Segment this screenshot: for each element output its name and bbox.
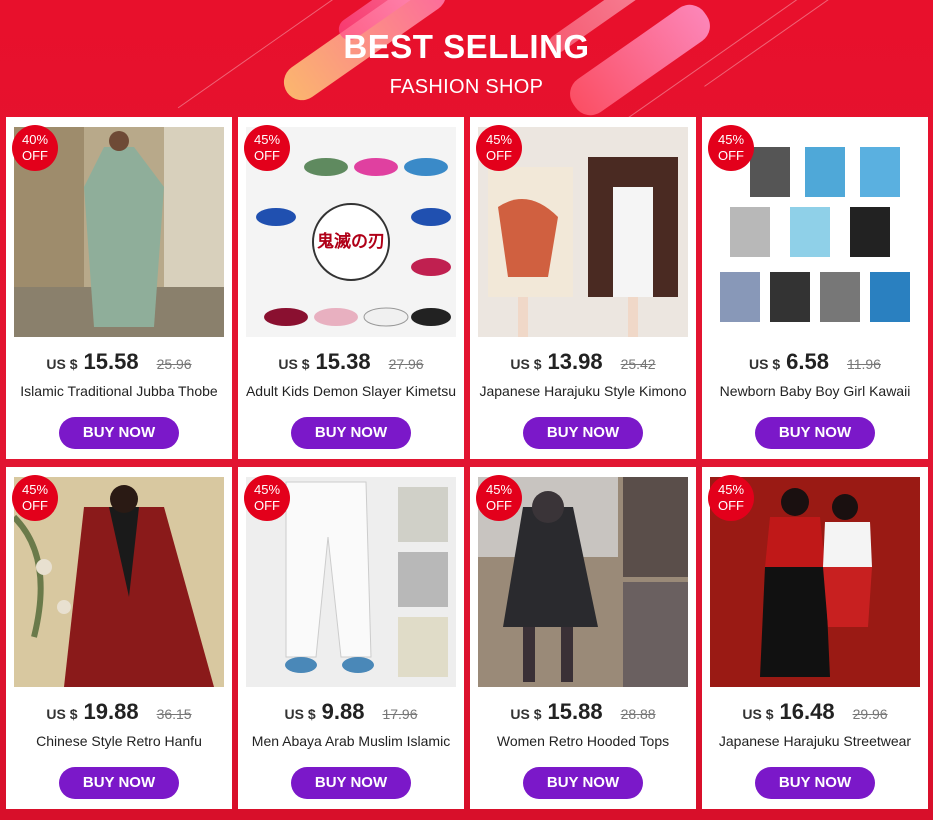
discount-badge: 45% OFF xyxy=(12,475,58,521)
original-price: 11.96 xyxy=(846,356,881,372)
buy-now-button[interactable]: BUY NOW xyxy=(523,767,643,799)
product-name[interactable]: Newborn Baby Boy Girl Kawaii xyxy=(702,383,928,399)
product-name[interactable]: Japanese Harajuku Style Kimono xyxy=(470,383,696,399)
product-name[interactable]: Japanese Harajuku Streetwear xyxy=(702,733,928,749)
buy-now-button[interactable]: BUY NOW xyxy=(291,767,411,799)
discount-badge: 45% OFF xyxy=(476,125,522,171)
product-name[interactable]: Men Abaya Arab Muslim Islamic xyxy=(238,733,464,749)
price-row: US $ 16.48 29.96 xyxy=(702,699,928,725)
buy-now-button[interactable]: BUY NOW xyxy=(59,767,179,799)
original-price: 29.96 xyxy=(852,706,888,722)
buy-now-button[interactable]: BUY NOW xyxy=(755,767,875,799)
product-card[interactable]: 45% OFF US $ 19.88 36.15 Chinese Style Retr… xyxy=(6,467,232,809)
discount-badge: 45% OFF xyxy=(708,475,754,521)
product-card[interactable]: 鬼滅の刃 45% OFF US $ 15.38 27.96 Adult Kids De… xyxy=(238,117,464,459)
product-name[interactable]: Women Retro Hooded Tops xyxy=(470,733,696,749)
discount-badge: 45% OFF xyxy=(708,125,754,171)
original-price: 25.42 xyxy=(620,356,656,372)
buy-now-button[interactable]: BUY NOW xyxy=(523,417,643,449)
product-name[interactable]: Chinese Style Retro Hanfu xyxy=(6,733,232,749)
original-price: 17.96 xyxy=(382,706,418,722)
currency-label: US $ xyxy=(278,356,310,372)
currency-label: US $ xyxy=(46,706,78,722)
sale-price: 15.38 xyxy=(315,349,371,374)
product-card[interactable]: 45% OFF US $ 15.88 28.88 Women Retro Hooded… xyxy=(470,467,696,809)
product-name[interactable]: Adult Kids Demon Slayer Kimetsu xyxy=(238,383,464,399)
product-card[interactable]: 45% OFF US $ 6.58 11.96 Newborn Baby Boy Gi… xyxy=(702,117,928,459)
sale-price: 16.48 xyxy=(779,699,835,724)
original-price: 36.15 xyxy=(156,706,192,722)
discount-badge: 45% OFF xyxy=(244,475,290,521)
demon-slayer-logo: 鬼滅の刃 xyxy=(317,232,385,252)
price-row: US $ 9.88 17.96 xyxy=(238,699,464,725)
discount-badge: 40% OFF xyxy=(12,125,58,171)
discount-badge: 45% OFF xyxy=(244,125,290,171)
sale-price: 19.88 xyxy=(83,699,139,724)
sale-price: 6.58 xyxy=(786,349,829,374)
currency-label: US $ xyxy=(46,356,78,372)
product-card[interactable]: 45% OFF US $ 9.88 17.96 Men Abaya Arab Musl… xyxy=(238,467,464,809)
product-card[interactable]: 45% OFF US $ 13.98 25.42 Japanese Harajuku … xyxy=(470,117,696,459)
currency-label: US $ xyxy=(749,356,781,372)
price-row: US $ 15.58 25.96 xyxy=(6,349,232,375)
buy-now-button[interactable]: BUY NOW xyxy=(291,417,411,449)
sale-price: 15.88 xyxy=(547,699,603,724)
sale-price: 15.58 xyxy=(83,349,139,374)
currency-label: US $ xyxy=(284,706,316,722)
original-price: 27.96 xyxy=(388,356,424,372)
sale-price: 9.88 xyxy=(321,699,365,724)
page-subtitle: FASHION SHOP xyxy=(389,76,544,98)
page-title: BEST SELLING xyxy=(343,28,590,65)
original-price: 28.88 xyxy=(620,706,656,722)
currency-label: US $ xyxy=(510,706,542,722)
product-card[interactable]: 45% OFF US $ 16.48 29.96 Japanese Harajuku … xyxy=(702,467,928,809)
price-row: US $ 19.88 36.15 xyxy=(6,699,232,725)
price-row: US $ 13.98 25.42 xyxy=(470,349,696,375)
discount-badge: 45% OFF xyxy=(476,475,522,521)
buy-now-button[interactable]: BUY NOW xyxy=(59,417,179,449)
product-card[interactable]: 40% OFF US $ 15.58 25.96 Islamic Traditiona… xyxy=(6,117,232,459)
currency-label: US $ xyxy=(510,356,542,372)
buy-now-button[interactable]: BUY NOW xyxy=(755,417,875,449)
price-row: US $ 6.58 11.96 xyxy=(702,349,928,375)
sale-price: 13.98 xyxy=(547,349,603,374)
original-price: 25.96 xyxy=(156,356,192,372)
currency-label: US $ xyxy=(742,706,774,722)
price-row: US $ 15.38 27.96 xyxy=(238,349,464,375)
price-row: US $ 15.88 28.88 xyxy=(470,699,696,725)
product-name[interactable]: Islamic Traditional Jubba Thobe xyxy=(6,383,232,399)
